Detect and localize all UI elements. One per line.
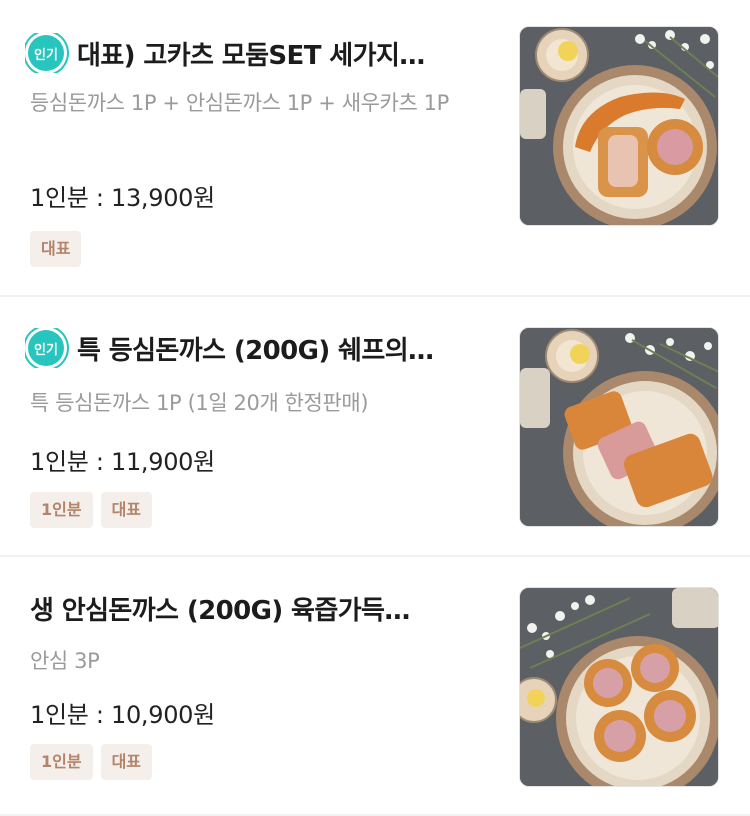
menu-title-row: 생 안심돈까스 (200G) 육즙가득… — [30, 588, 490, 628]
menu-item[interactable]: 인기 대표) 고카츠 모둠SET 세가지… 등심돈까스 1P + 안심돈까스 1… — [0, 0, 750, 297]
menu-title-row: 인기 대표) 고카츠 모둠SET 세가지… — [25, 33, 485, 73]
tag-single-serving: 1인분 — [30, 492, 93, 528]
popular-badge: 인기 — [25, 328, 67, 368]
food-photo[interactable] — [519, 327, 719, 527]
menu-price: 1인분 : 10,900원 — [30, 701, 215, 729]
menu-description: 등심돈까스 1P + 안심돈까스 1P + 새우카츠 1P — [30, 91, 449, 115]
tag-representative: 대표 — [100, 492, 153, 528]
food-photo[interactable] — [519, 587, 719, 787]
menu-description: 안심 3P — [30, 649, 100, 673]
menu-title: 특 등심돈까스 (200G) 쉐프의… — [77, 335, 434, 366]
tag-single-serving: 1인분 — [30, 744, 93, 780]
popular-badge: 인기 — [25, 33, 67, 73]
tag-row: 1인분 대표 — [30, 492, 153, 528]
menu-title-row: 인기 특 등심돈까스 (200G) 쉐프의… — [25, 328, 485, 368]
menu-description: 특 등심돈까스 1P (1일 20개 한정판매) — [30, 391, 369, 415]
tag-row: 1인분 대표 — [30, 744, 153, 780]
menu-list: 인기 대표) 고카츠 모둠SET 세가지… 등심돈까스 1P + 안심돈까스 1… — [0, 0, 750, 816]
food-photo-tenderloin-katsu — [520, 588, 718, 786]
food-photo-pork-loin-katsu — [520, 328, 718, 526]
menu-price: 1인분 : 11,900원 — [30, 448, 215, 476]
tag-representative: 대표 — [100, 744, 153, 780]
menu-item[interactable]: 생 안심돈까스 (200G) 육즙가득… 안심 3P 1인분 : 10,900원… — [0, 557, 750, 816]
menu-title: 대표) 고카츠 모둠SET 세가지… — [77, 40, 425, 71]
menu-price: 1인분 : 13,900원 — [30, 184, 215, 212]
food-photo-mixed-katsu-set — [520, 27, 718, 225]
menu-item[interactable]: 인기 특 등심돈까스 (200G) 쉐프의… 특 등심돈까스 1P (1일 20… — [0, 297, 750, 557]
tag-row: 대표 — [30, 231, 82, 267]
food-photo[interactable] — [519, 26, 719, 226]
menu-title: 생 안심돈까스 (200G) 육즙가득… — [30, 595, 410, 626]
tag-representative: 대표 — [30, 231, 82, 267]
